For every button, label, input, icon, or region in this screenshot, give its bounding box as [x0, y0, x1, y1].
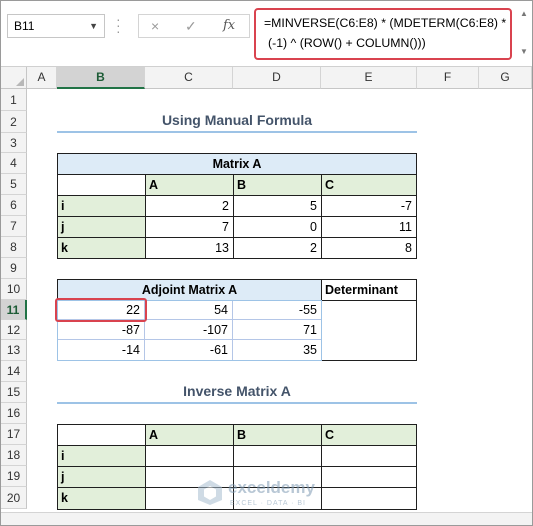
inverse-value-cell[interactable] — [233, 445, 322, 467]
cancel-icon[interactable]: × — [151, 18, 159, 34]
row-header-9[interactable]: 9 — [1, 258, 27, 279]
matrix-a-value[interactable]: 2 — [145, 195, 234, 217]
row-header-17[interactable]: 17 — [1, 424, 27, 445]
matrix-a-value[interactable]: 7 — [145, 216, 234, 238]
matrix-a-value[interactable]: -7 — [321, 195, 417, 217]
section-title-manual: Using Manual Formula — [161, 112, 313, 128]
sheet-bottom-bar — [1, 512, 532, 525]
row-header-2[interactable]: 2 — [1, 111, 27, 133]
matrix-a-value[interactable]: 11 — [321, 216, 417, 238]
section-title-inverse: Inverse Matrix A — [183, 383, 291, 399]
scroll-down-icon[interactable]: ▼ — [520, 47, 528, 56]
matrix-a-value[interactable]: 5 — [233, 195, 322, 217]
inverse-col-header[interactable]: B — [233, 424, 322, 446]
inverse-row-label[interactable]: k — [57, 487, 146, 510]
matrix-a-value[interactable]: 13 — [145, 237, 234, 259]
row-header-20[interactable]: 20 — [1, 487, 27, 509]
name-box-value: B11 — [14, 19, 35, 33]
active-cell-highlight[interactable] — [55, 298, 147, 322]
determinant-value-cell[interactable] — [321, 300, 417, 361]
matrix-a-title[interactable]: Matrix A — [57, 153, 417, 175]
column-header-a[interactable]: A — [27, 67, 57, 89]
formula-scroll[interactable]: ▲ ▼ — [519, 9, 529, 59]
row-header-13[interactable]: 13 — [1, 340, 27, 361]
inverse-value-cell[interactable] — [321, 466, 417, 488]
inverse-col-header[interactable]: C — [321, 424, 417, 446]
drag-handle-icon[interactable]: · · · — [116, 12, 121, 38]
row-header-3[interactable]: 3 — [1, 133, 27, 153]
row-header-12[interactable]: 12 — [1, 320, 27, 340]
column-header-g[interactable]: G — [479, 67, 532, 89]
matrix-a-corner-cell[interactable] — [57, 174, 146, 196]
row-header-4[interactable]: 4 — [1, 153, 27, 174]
exceldemy-logo-icon — [198, 480, 222, 505]
title-underline — [57, 131, 417, 133]
insert-function-icon[interactable]: fx — [223, 18, 235, 33]
row-header-15[interactable]: 15 — [1, 382, 27, 403]
formula-line-1: =MINVERSE(C6:E8) * (MDETERM(C6:E8) * — [264, 16, 507, 30]
column-header-d[interactable]: D — [233, 67, 321, 89]
matrix-a-value[interactable]: 2 — [233, 237, 322, 259]
row-header-11[interactable]: 11 — [1, 300, 27, 320]
inverse-row-label[interactable]: j — [57, 466, 146, 488]
title-underline — [57, 402, 417, 404]
inverse-col-header[interactable]: A — [145, 424, 234, 446]
row-header-6[interactable]: 6 — [1, 195, 27, 216]
select-all-button[interactable] — [1, 67, 27, 89]
column-header-f[interactable]: F — [417, 67, 479, 89]
formula-line-2: (-1) ^ (ROW() + COLUMN())) — [268, 36, 426, 50]
row-header-16[interactable]: 16 — [1, 403, 27, 424]
row-header-18[interactable]: 18 — [1, 445, 27, 466]
inverse-corner-cell[interactable] — [57, 424, 146, 446]
row-header-19[interactable]: 19 — [1, 466, 27, 487]
matrix-a-row-label[interactable]: i — [57, 195, 146, 217]
enter-icon[interactable]: ✓ — [185, 18, 197, 35]
column-header-e[interactable]: E — [321, 67, 417, 89]
inverse-value-cell[interactable] — [321, 445, 417, 467]
matrix-a-col-header[interactable]: C — [321, 174, 417, 196]
matrix-a-row-label[interactable]: j — [57, 216, 146, 238]
row-header-10[interactable]: 10 — [1, 279, 27, 300]
matrix-a-col-header[interactable]: A — [145, 174, 234, 196]
formula-input[interactable]: =MINVERSE(C6:E8) * (MDETERM(C6:E8) * (-1… — [254, 8, 512, 60]
column-header-b[interactable]: B — [57, 67, 145, 89]
watermark-tagline: EXCEL · DATA · BI — [230, 500, 306, 507]
name-box[interactable]: B11 ▼ — [7, 14, 105, 38]
row-header-5[interactable]: 5 — [1, 174, 27, 195]
matrix-a-value[interactable]: 8 — [321, 237, 417, 259]
inverse-value-cell[interactable] — [321, 487, 417, 510]
formula-bar: B11 ▼ · · · × ✓ fx =MINVERSE(C6:E8) * (MDE… — [1, 1, 532, 65]
row-header-8[interactable]: 8 — [1, 237, 27, 258]
matrix-a-row-label[interactable]: k — [57, 237, 146, 259]
determinant-header[interactable]: Determinant — [321, 279, 417, 301]
column-header-c[interactable]: C — [145, 67, 233, 89]
row-header-7[interactable]: 7 — [1, 216, 27, 237]
row-header-14[interactable]: 14 — [1, 361, 27, 382]
watermark: exceldemy EXCEL · DATA · BI — [196, 478, 315, 509]
inverse-value-cell[interactable] — [145, 445, 234, 467]
matrix-a-col-header[interactable]: B — [233, 174, 322, 196]
inverse-row-label[interactable]: i — [57, 445, 146, 467]
scroll-up-icon[interactable]: ▲ — [520, 9, 528, 18]
chevron-down-icon[interactable]: ▼ — [89, 21, 98, 31]
formula-buttons: × ✓ fx — [138, 14, 250, 38]
matrix-a-value[interactable]: 0 — [233, 216, 322, 238]
watermark-name: exceldemy — [228, 478, 315, 497]
row-header-1[interactable]: 1 — [1, 89, 27, 111]
